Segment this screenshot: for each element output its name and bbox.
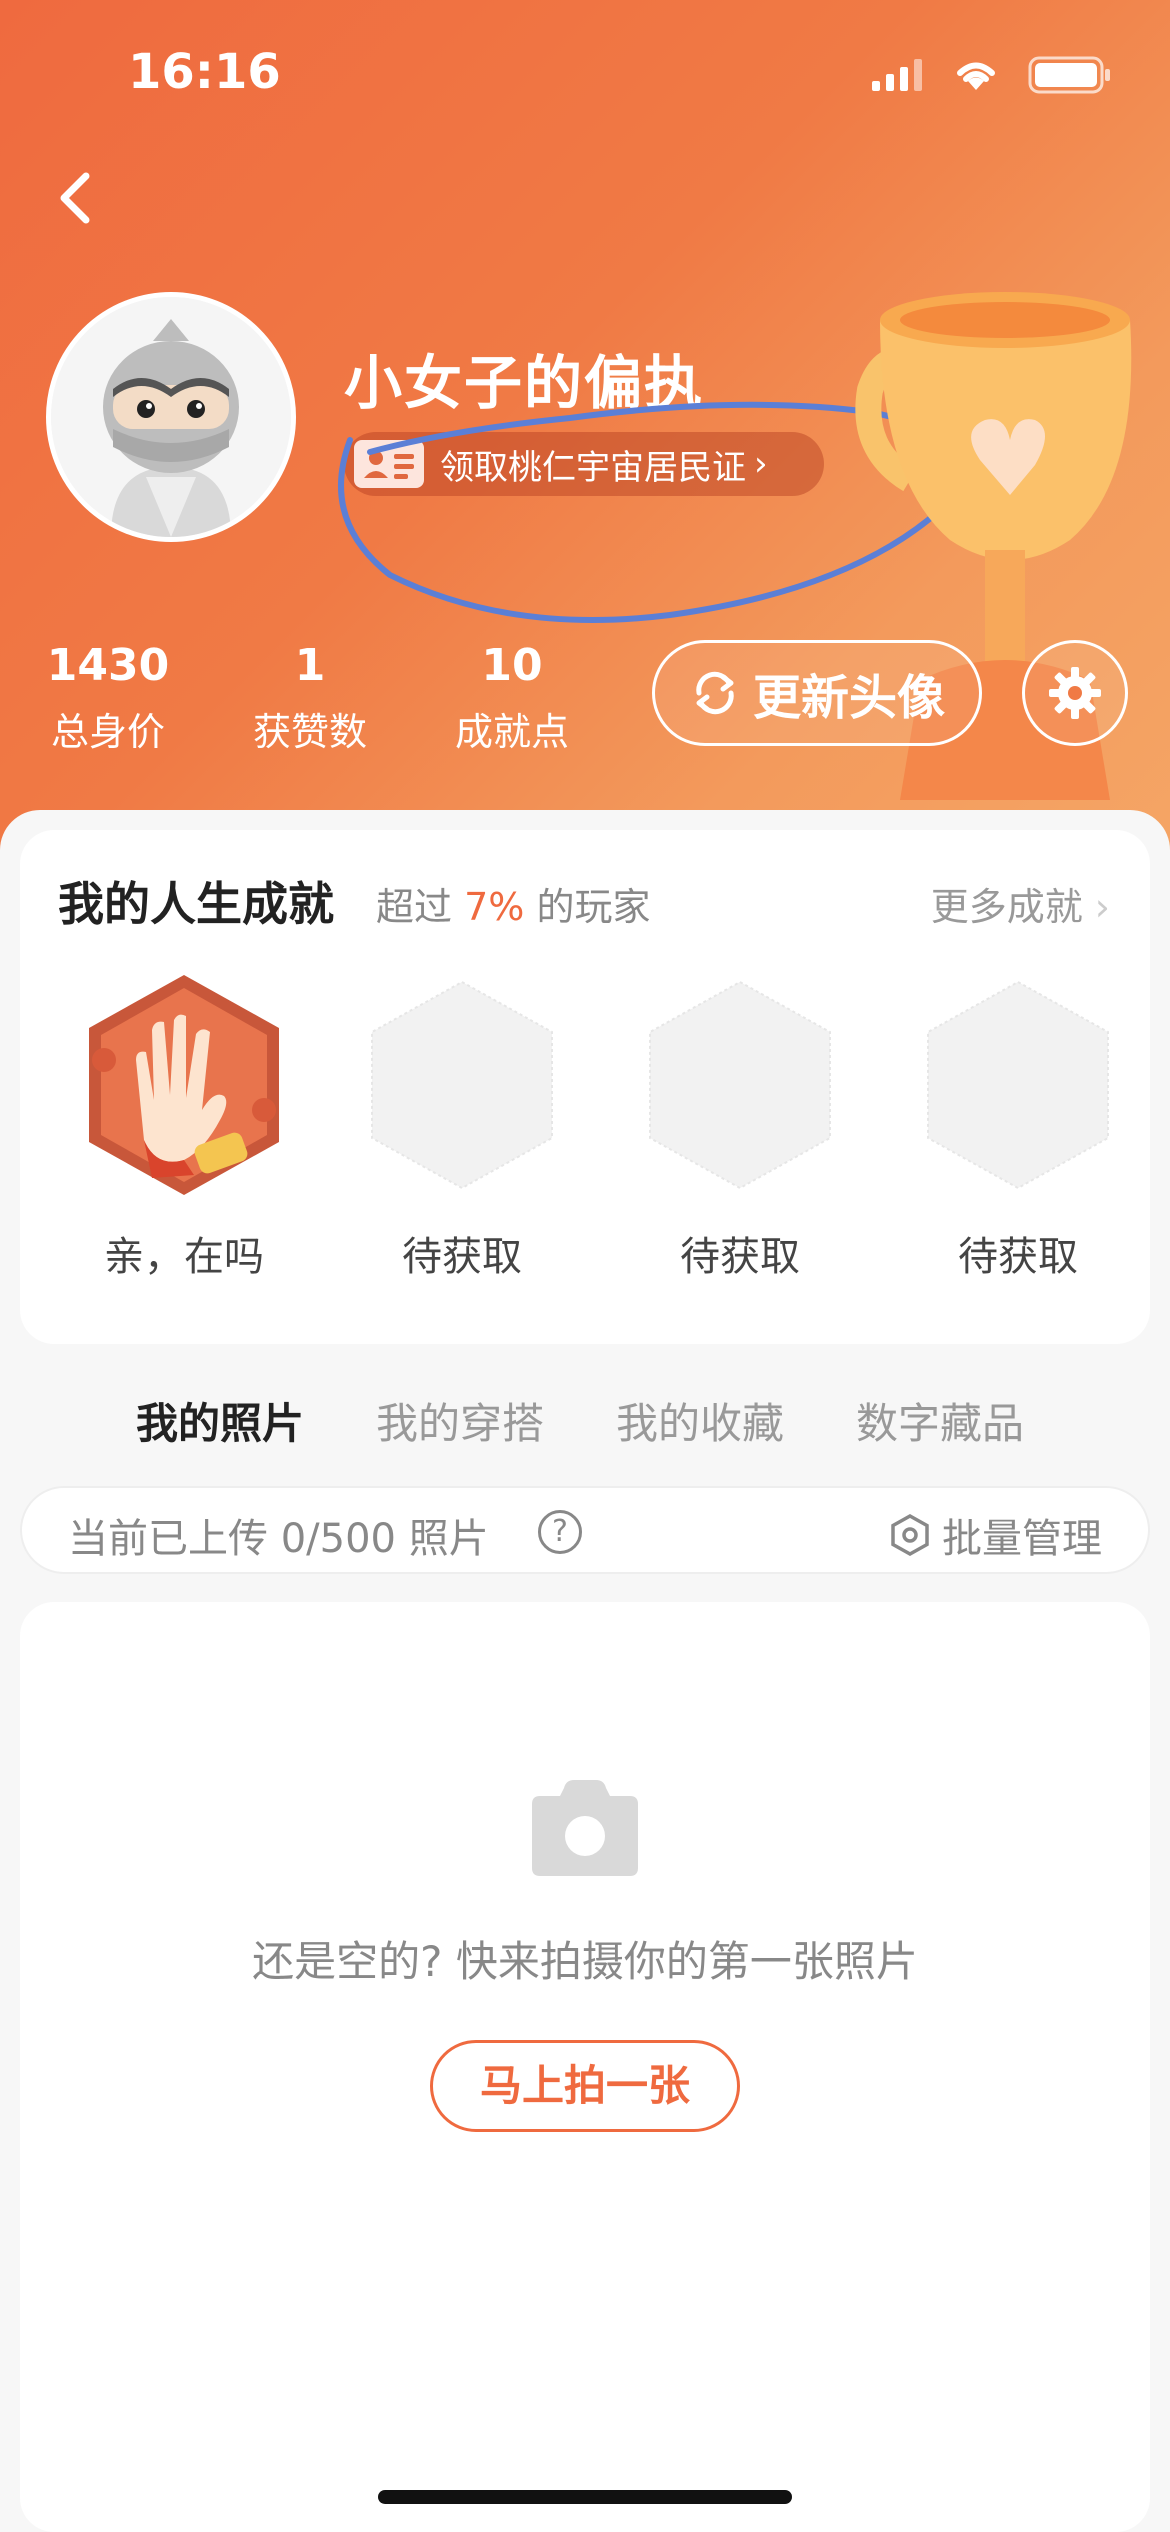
trophy-icon [855, 292, 1132, 800]
status-time: 16:16 [128, 44, 281, 100]
locked-badge-icon [649, 980, 831, 1190]
status-icons [872, 56, 1112, 94]
chevron-right-icon: › [1094, 885, 1110, 929]
badge-label: 亲，在吗 [104, 1234, 264, 1280]
ninja-avatar-icon [51, 297, 291, 537]
hexagon-settings-icon [891, 1513, 929, 1557]
help-icon[interactable]: ? [538, 1510, 582, 1554]
achievements-title: 我的人生成就 [58, 877, 334, 931]
avatar[interactable] [46, 292, 296, 542]
stat-total-value: 1430 总身价 [8, 640, 208, 756]
badge-label: 待获取 [680, 1234, 800, 1280]
back-icon[interactable] [48, 168, 108, 228]
high-five-badge-icon [89, 975, 279, 1195]
content-tabs: 我的照片 我的穿搭 我的收藏 数字藏品 [0, 1390, 1170, 1460]
achievements-card: 我的人生成就 超过 7% 的玩家 更多成就 › 亲，在吗 待获取 待获取 待获取 [20, 830, 1150, 1344]
badge-locked[interactable]: 待获取 [342, 970, 582, 1282]
settings-button[interactable] [1022, 640, 1128, 746]
empty-photos-card: 还是空的? 快来拍摄你的第一张照片 马上拍一张 [20, 1602, 1150, 2532]
battery-icon [1028, 56, 1110, 94]
batch-manage-label: 批量管理 [942, 1516, 1102, 1562]
update-avatar-button[interactable]: 更新头像 [652, 640, 982, 746]
stat-value: 10 [481, 640, 543, 691]
subtitle-percent: 7% [464, 885, 525, 929]
tab-my-photos[interactable]: 我的照片 [136, 1390, 304, 1451]
more-achievements-link[interactable]: 更多成就 › [931, 876, 1110, 931]
tab-my-favorites[interactable]: 我的收藏 [616, 1390, 784, 1451]
batch-manage-button[interactable]: 批量管理 [888, 1506, 1102, 1564]
update-avatar-label: 更新头像 [752, 670, 945, 726]
tab-my-outfits[interactable]: 我的穿搭 [376, 1390, 544, 1451]
locked-badge-icon [371, 980, 553, 1190]
upload-count-text: 当前已上传 0/500 照片 [68, 1516, 489, 1562]
empty-state-message: 还是空的? 快来拍摄你的第一张照片 [252, 1937, 918, 1986]
gear-icon [1049, 667, 1101, 719]
tab-digital-collectibles[interactable]: 数字藏品 [856, 1390, 1024, 1451]
subtitle-prefix: 超过 [376, 885, 453, 929]
badge-locked[interactable]: 待获取 [898, 970, 1138, 1282]
stat-label: 总身价 [50, 710, 165, 754]
camera-icon [532, 1780, 638, 1876]
take-photo-button[interactable]: 马上拍一张 [430, 2040, 740, 2132]
badge-earned[interactable]: 亲，在吗 [64, 970, 304, 1282]
wifi-icon [957, 62, 995, 90]
badge-locked[interactable]: 待获取 [620, 970, 860, 1282]
stat-label: 获赞数 [252, 710, 367, 754]
stat-value: 1 [294, 640, 326, 691]
badge-label: 待获取 [958, 1234, 1078, 1280]
stat-label: 成就点 [454, 710, 569, 754]
locked-badge-icon [927, 980, 1109, 1190]
stat-value: 1430 [46, 640, 170, 691]
upload-status-bar: 当前已上传 0/500 照片 ? 批量管理 [20, 1486, 1150, 1574]
more-achievements-label: 更多成就 [930, 885, 1083, 929]
profile-header: 16:16 小女子的偏执 领取桃仁宇宙居民证 › 1430 总身价 1 获赞数 … [0, 0, 1170, 860]
home-indicator [378, 2490, 792, 2504]
achievements-subtitle: 超过 7% 的玩家 [376, 876, 651, 931]
stat-achievement-points: 10 成就点 [412, 640, 612, 756]
subtitle-suffix: 的玩家 [536, 885, 651, 929]
cellular-signal-icon [872, 59, 922, 91]
stat-likes: 1 获赞数 [210, 640, 410, 756]
refresh-icon [696, 671, 734, 715]
badge-label: 待获取 [402, 1234, 522, 1280]
